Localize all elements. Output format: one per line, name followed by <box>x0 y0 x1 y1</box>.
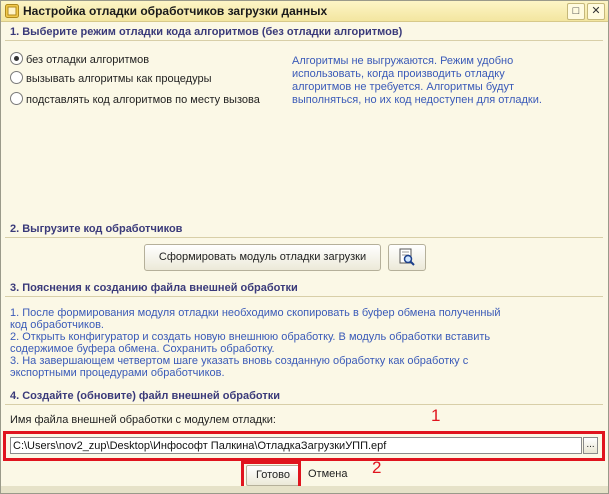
status-strip <box>1 486 608 493</box>
radio-call-as-procedures-label: вызывать алгоритмы как процедуры <box>26 73 212 85</box>
instruction-line: 2. Открыть конфигуратор и создать новую … <box>10 331 491 343</box>
section3-divider <box>5 296 603 297</box>
file-name-label: Имя файла внешней обработки с модулем от… <box>10 414 276 426</box>
magnifier-document-icon <box>399 248 415 266</box>
generate-debug-module-button[interactable]: Сформировать модуль отладки загрузки <box>144 244 381 271</box>
mode-description: Алгоритмы не выгружаются. Режим удобно и… <box>292 55 542 106</box>
close-icon: ✕ <box>591 5 601 17</box>
instruction-line: содержимое буфера обмена. Сохранить обра… <box>10 343 275 355</box>
section4-header: 4. Создайте (обновите) файл внешней обра… <box>10 390 280 402</box>
marker-1: 1 <box>431 406 441 425</box>
section3-header: 3. Пояснения к созданию файла внешней об… <box>10 282 298 294</box>
radio-button[interactable] <box>10 71 23 84</box>
radio-inline-code-label: подставлять код алгоритмов по месту вызо… <box>26 94 260 106</box>
instruction-line: 3. На завершающем четвертом шаге указать… <box>10 355 469 367</box>
instruction-line: экспортными процедурами обработчиков. <box>10 367 225 379</box>
radio-no-debug-label: без отладки алгоритмов <box>26 54 150 66</box>
instruction-line: 1. После формирования модуля отладки нео… <box>10 307 501 319</box>
section4-divider <box>5 404 603 405</box>
view-module-button[interactable] <box>388 244 426 271</box>
app-icon <box>5 4 19 18</box>
radio-button-selected[interactable] <box>10 52 23 65</box>
cancel-button[interactable]: Отмена <box>308 468 347 480</box>
highlight-box-1 <box>3 431 605 461</box>
settings-dialog: Настройка отладки обработчиков загрузки … <box>0 0 609 494</box>
radio-call-as-procedures[interactable]: вызывать алгоритмы как процедуры <box>10 71 211 85</box>
radio-no-debug[interactable]: без отладки алгоритмов <box>10 52 149 66</box>
generate-debug-module-label: Сформировать модуль отладки загрузки <box>158 251 367 263</box>
instructions-text: 1. После формирования модуля отладки нео… <box>10 307 530 379</box>
radio-inline-code[interactable]: подставлять код алгоритмов по месту вызо… <box>10 92 260 106</box>
maximize-button[interactable]: □ <box>567 3 585 20</box>
section1-header: 1. Выберите режим отладки кода алгоритмо… <box>10 26 403 38</box>
section2-header: 2. Выгрузите код обработчиков <box>10 223 183 235</box>
title-bar: Настройка отладки обработчиков загрузки … <box>1 1 608 22</box>
section2-divider <box>5 237 603 238</box>
maximize-icon: □ <box>572 5 580 17</box>
close-button[interactable]: ✕ <box>587 3 605 20</box>
radio-button[interactable] <box>10 92 23 105</box>
marker-2: 2 <box>372 458 382 477</box>
section1-divider <box>5 40 603 41</box>
window-title: Настройка отладки обработчиков загрузки … <box>23 4 328 18</box>
instruction-line: код обработчиков. <box>10 319 104 331</box>
